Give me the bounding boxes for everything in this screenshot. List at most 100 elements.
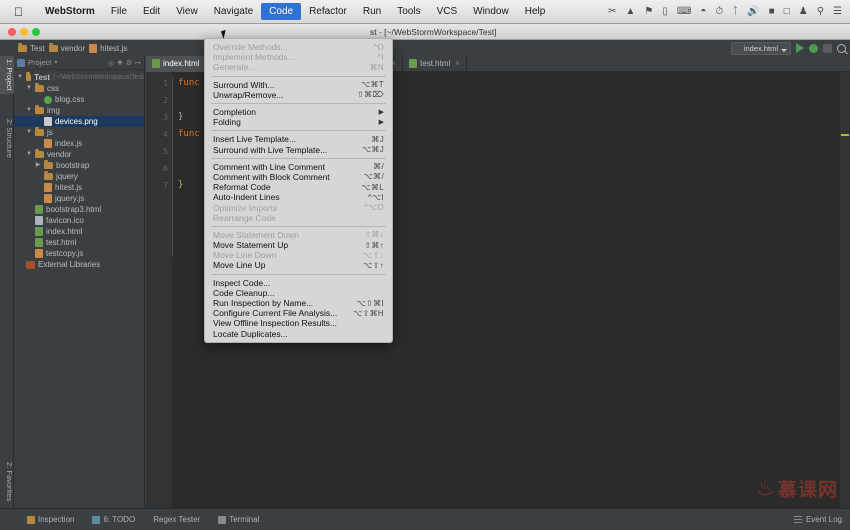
bluetooth-icon[interactable]: ᛏ (732, 6, 738, 17)
tree-item-hitest-js[interactable]: hitest.js (14, 182, 144, 193)
autoscroll-icon[interactable]: ↦ (135, 59, 141, 67)
tree-item-css[interactable]: ▼ css (14, 83, 144, 94)
sidebar-tab-structure[interactable]: 2: Structure (0, 116, 14, 161)
tree-item-jquery[interactable]: jquery (14, 171, 144, 182)
input-source-icon[interactable]: □ (784, 6, 790, 17)
tree-item-img[interactable]: ▼ img (14, 105, 144, 116)
chevron-down-icon[interactable]: ▼ (17, 72, 23, 83)
tab-test-html[interactable]: test.html × (403, 55, 467, 72)
menu-item-navigate[interactable]: Navigate (206, 3, 261, 20)
project-panel-title-group[interactable]: Project ▾ (17, 58, 57, 67)
status-event-log[interactable]: Event Log (806, 515, 842, 524)
apple-icon[interactable]:  (14, 6, 23, 18)
stop-icon[interactable] (823, 43, 832, 53)
menu-item-run-inspection-by-name[interactable]: Run Inspection by Name... ⌥⇧⌘I (205, 298, 392, 308)
menu-item-view-offline-inspection-results[interactable]: View Offline Inspection Results... (205, 318, 392, 328)
tree-item-js[interactable]: ▼ js (14, 127, 144, 138)
menu-item-window[interactable]: Window (465, 3, 517, 20)
menu-item-view[interactable]: View (168, 3, 206, 20)
status-todo[interactable]: 6: TODO (83, 515, 144, 524)
menu-item-comment-with-block-comment[interactable]: Comment with Block Comment ⌥⌘/ (205, 172, 392, 182)
screen-icon[interactable]: ▯ (662, 6, 668, 17)
close-icon[interactable]: × (455, 59, 460, 68)
breadcrumb-hitest[interactable]: hitest.js (89, 43, 127, 53)
tree-item-bootstrap3-html[interactable]: bootstrap3.html (14, 204, 144, 215)
tree-item-test[interactable]: ▼ Test (~/WebStormWorkspace/Test (14, 72, 144, 83)
sidebar-tab-project[interactable]: 1: Project (0, 56, 14, 94)
chevron-right-icon[interactable]: ▶ (35, 160, 41, 171)
menu-item-folding[interactable]: Folding ▶ (205, 117, 392, 127)
tree-item-favicon-ico[interactable]: favicon.ico (14, 215, 144, 226)
menu-item-run[interactable]: Run (355, 3, 389, 20)
volume-icon[interactable]: 🔊 (747, 6, 759, 17)
menu-item-code[interactable]: Code (261, 3, 302, 20)
menu-item-reformat-code[interactable]: Reformat Code ⌥⌘L (205, 182, 392, 192)
menu-item-auto-indent-lines[interactable]: Auto-Indent Lines ^⌥I (205, 192, 392, 202)
chevron-down-icon[interactable]: ▾ (54, 59, 57, 66)
expand-icon[interactable]: ✚ (117, 59, 123, 67)
collapse-icon[interactable]: ◎ (108, 59, 114, 67)
warning-marker[interactable] (841, 134, 849, 136)
menu-app-name[interactable]: WebStorm (37, 3, 103, 20)
chevron-down-icon[interactable]: ▼ (26, 149, 32, 160)
minimize-button[interactable] (20, 27, 28, 36)
menu-item-edit[interactable]: Edit (135, 3, 168, 20)
breadcrumb-vendor[interactable]: vendor (48, 42, 85, 53)
clock-icon[interactable]: ⏱ (715, 6, 723, 17)
settings-icon[interactable]: ⚙ (126, 59, 132, 67)
menu-item-inspect-code[interactable]: Inspect Code... (205, 278, 392, 288)
tree-item-testcopy-js[interactable]: testcopy.js (14, 248, 144, 259)
debug-icon[interactable] (809, 43, 818, 53)
menu-item-configure-current-file-analysis[interactable]: Configure Current File Analysis... ⌥⇧⌘H (205, 308, 392, 318)
tree-item-blog-css[interactable]: blog.css (14, 94, 144, 105)
menu-item-vcs[interactable]: VCS (429, 3, 466, 20)
notification-center-icon[interactable]: ☰ (833, 6, 842, 17)
chevron-down-icon[interactable]: ▼ (26, 105, 32, 116)
menu-item-tools[interactable]: Tools (389, 3, 428, 20)
menu-item-move-line-up[interactable]: Move Line Up ⌥⇧↑ (205, 260, 392, 270)
chevron-down-icon[interactable]: ▼ (26, 83, 32, 94)
tree-item-index-js[interactable]: index.js (14, 138, 144, 149)
keyboard-icon[interactable]: ⌨ (677, 6, 691, 17)
tree-item-index-html[interactable]: index.html (14, 226, 144, 237)
editor-scrollbar[interactable] (840, 72, 850, 508)
menu-item-unwrap-remove[interactable]: Unwrap/Remove... ⇧⌘⌦ (205, 90, 392, 100)
code-menu-dropdown[interactable]: Override Methods... ^O Implement Methods..… (204, 38, 393, 343)
run-configuration-selector[interactable]: index.html (730, 41, 791, 55)
menu-item-surround-with[interactable]: Surround With... ⌥⌘T (205, 80, 392, 90)
tree-item-bootstrap[interactable]: ▶ bootstrap (14, 160, 144, 171)
menu-item-move-statement-up[interactable]: Move Statement Up ⇧⌘↑ (205, 240, 392, 250)
tree-item-test-html[interactable]: test.html (14, 237, 144, 248)
wifi-icon[interactable]: ◓ (700, 6, 706, 17)
tree-item-jquery-js[interactable]: jquery.js (14, 193, 144, 204)
menu-item-refactor[interactable]: Refactor (301, 3, 355, 20)
user-icon[interactable]: ♟ (799, 6, 808, 17)
chevron-down-icon[interactable]: ▼ (26, 127, 32, 138)
battery-icon[interactable]: ■ (769, 6, 775, 17)
status-inspection[interactable]: Inspection (18, 515, 83, 524)
tree-item-vendor[interactable]: ▼ vendor (14, 149, 144, 160)
menu-item-file[interactable]: File (103, 3, 135, 20)
search-everywhere-icon[interactable] (837, 43, 846, 53)
spotlight-icon[interactable]: ⚲ (817, 6, 824, 17)
menu-item-code-cleanup[interactable]: Code Cleanup... (205, 288, 392, 298)
sidebar-tab-favorites[interactable]: 2: Favorites (0, 459, 14, 504)
menu-item-insert-live-template[interactable]: Insert Live Template... ⌘J (205, 134, 392, 144)
status-regex-tester[interactable]: Regex Tester (144, 515, 209, 524)
flag-icon[interactable]: ⚑ (644, 6, 653, 17)
scissors-icon[interactable]: ✂ (608, 6, 616, 17)
status-terminal[interactable]: Terminal (209, 515, 268, 524)
menu-item-comment-with-line-comment[interactable]: Comment with Line Comment ⌘/ (205, 162, 392, 172)
menu-item-surround-with-live-template[interactable]: Surround with Live Template... ⌥⌘J (205, 145, 392, 155)
menu-item-locate-duplicates[interactable]: Locate Duplicates... (205, 329, 392, 339)
maximize-button[interactable] (32, 27, 40, 36)
close-button[interactable] (8, 27, 16, 36)
run-icon[interactable] (796, 43, 804, 53)
tree-item-external-libraries[interactable]: External Libraries (14, 259, 144, 270)
breadcrumb-test[interactable]: Test (18, 42, 45, 53)
tree-item-devices-png[interactable]: devices.png (14, 116, 144, 127)
upload-icon[interactable]: ▲ (626, 6, 636, 17)
editor-gutter[interactable]: 1 2 3 4 5 6 7 (146, 72, 172, 508)
menu-item-help[interactable]: Help (517, 3, 554, 20)
menu-item-completion[interactable]: Completion ▶ (205, 107, 392, 117)
